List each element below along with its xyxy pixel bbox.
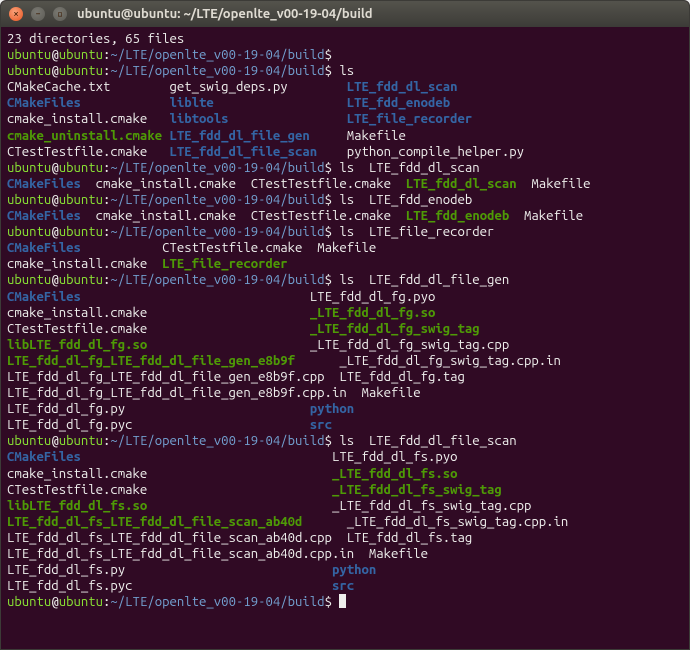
ls-output: LTE_fdd_dl_fs.py python — [7, 563, 376, 577]
prompt-line: ubuntu@ubuntu:~/LTE/openlte_v00-19-04/bu… — [7, 193, 472, 207]
ls-output: cmake_install.cmake LTE_file_recorder — [7, 257, 288, 271]
prompt-line: ubuntu@ubuntu:~/LTE/openlte_v00-19-04/bu… — [7, 48, 332, 62]
ls-output: LTE_fdd_dl_fs.pyc src — [7, 579, 354, 593]
ls-output: CMakeFiles LTE_fdd_dl_fg.pyo — [7, 290, 435, 304]
cursor — [339, 594, 346, 608]
ls-output: libLTE_fdd_dl_fg.so _LTE_fdd_dl_fg_swig_… — [7, 338, 509, 352]
ls-output: cmake_install.cmake _LTE_fdd_dl_fg.so — [7, 306, 435, 320]
ls-output: LTE_fdd_dl_fs_LTE_fdd_dl_file_scan_ab40d… — [7, 547, 428, 561]
window-controls: × – ▫ — [9, 7, 67, 21]
ls-output: LTE_fdd_dl_fs_LTE_fdd_dl_file_scan_ab40d… — [7, 531, 472, 545]
ls-output: LTE_fdd_dl_fg_LTE_fdd_dl_file_gen_e8b9f … — [7, 354, 561, 368]
ls-output: CMakeFiles cmake_install.cmake CTestTest… — [7, 177, 591, 191]
terminal-content[interactable]: 23 directories, 65 files ubuntu@ubuntu:~… — [1, 27, 689, 649]
ls-output: CMakeFiles CTestTestfile.cmake Makefile — [7, 241, 376, 255]
ls-output: CMakeFiles LTE_fdd_dl_fs.pyo — [7, 450, 458, 464]
prompt-line: ubuntu@ubuntu:~/LTE/openlte_v00-19-04/bu… — [7, 434, 517, 448]
ls-output: CTestTestfile.cmake LTE_fdd_dl_file_scan… — [7, 145, 524, 159]
ls-output: CMakeCache.txt get_swig_deps.py LTE_fdd_… — [7, 80, 458, 94]
ls-output: LTE_fdd_dl_fg_LTE_fdd_dl_file_gen_e8b9f.… — [7, 370, 465, 384]
ls-output: LTE_fdd_dl_fg.pyc src — [7, 418, 332, 432]
prompt-line: ubuntu@ubuntu:~/LTE/openlte_v00-19-04/bu… — [7, 273, 509, 287]
ls-output: CMakeFiles cmake_install.cmake CTestTest… — [7, 209, 583, 223]
ls-output: CTestTestfile.cmake _LTE_fdd_dl_fg_swig_… — [7, 322, 480, 336]
prompt-line: ubuntu@ubuntu:~/LTE/openlte_v00-19-04/bu… — [7, 161, 480, 175]
prompt-line: ubuntu@ubuntu:~/LTE/openlte_v00-19-04/bu… — [7, 64, 354, 78]
terminal-window: × – ▫ ubuntu@ubuntu: ~/LTE/openlte_v00-1… — [0, 0, 690, 650]
ls-output: LTE_fdd_dl_fg.py python — [7, 402, 354, 416]
prompt-line: ubuntu@ubuntu:~/LTE/openlte_v00-19-04/bu… — [7, 225, 494, 239]
ls-output: CTestTestfile.cmake _LTE_fdd_dl_fs_swig_… — [7, 483, 502, 497]
prompt-line: ubuntu@ubuntu:~/LTE/openlte_v00-19-04/bu… — [7, 595, 346, 609]
maximize-button[interactable]: ▫ — [53, 7, 67, 21]
titlebar[interactable]: × – ▫ ubuntu@ubuntu: ~/LTE/openlte_v00-1… — [1, 1, 689, 27]
ls-output: CMakeFiles liblte LTE_fdd_enodeb — [7, 96, 450, 110]
ls-output: LTE_fdd_dl_fg_LTE_fdd_dl_file_gen_e8b9f.… — [7, 386, 421, 400]
ls-output: cmake_install.cmake libtools LTE_file_re… — [7, 112, 472, 126]
ls-output: cmake_install.cmake _LTE_fdd_dl_fs.so — [7, 467, 458, 481]
output-line: 23 directories, 65 files — [7, 32, 184, 46]
close-button[interactable]: × — [9, 7, 23, 21]
ls-output: libLTE_fdd_dl_fs.so _LTE_fdd_dl_fs_swig_… — [7, 499, 531, 513]
ls-output: LTE_fdd_dl_fs_LTE_fdd_dl_file_scan_ab40d… — [7, 515, 568, 529]
window-title: ubuntu@ubuntu: ~/LTE/openlte_v00-19-04/b… — [77, 7, 373, 21]
ls-output: cmake_uninstall.cmake LTE_fdd_dl_file_ge… — [7, 129, 406, 143]
minimize-button[interactable]: – — [31, 7, 45, 21]
